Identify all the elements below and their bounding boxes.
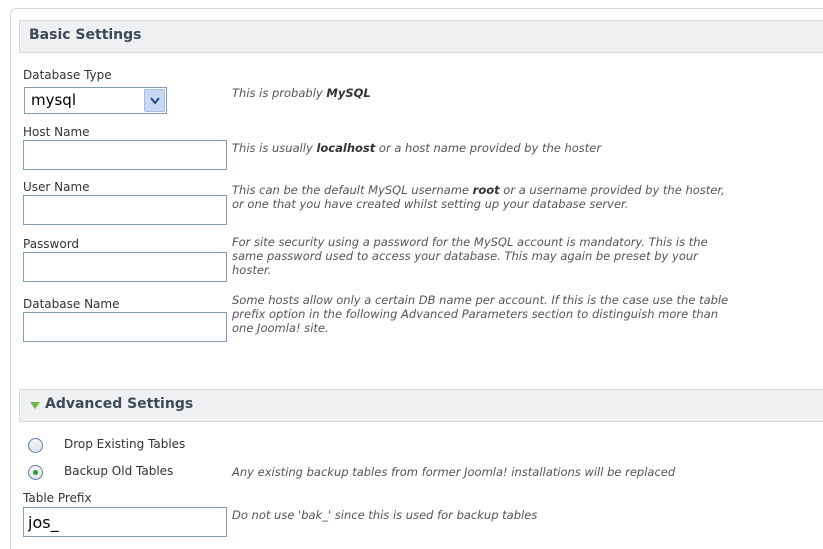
password-help: For site security using a password for t…	[232, 235, 708, 277]
user-name-input[interactable]	[23, 195, 227, 225]
host-name-input[interactable]	[23, 140, 227, 170]
host-name-label: Host Name	[23, 125, 90, 139]
drop-tables-radio[interactable]	[28, 438, 43, 453]
password-label: Password	[23, 237, 80, 251]
database-type-label: Database Type	[23, 68, 112, 82]
database-name-help: Some hosts allow only a certain DB name …	[232, 293, 729, 335]
user-name-label: User Name	[23, 180, 90, 194]
advanced-settings-header[interactable]: Advanced Settings	[19, 389, 823, 422]
database-type-help: This is probably MySQL	[232, 86, 371, 100]
host-name-help: This is usually localhost or a host name…	[232, 141, 602, 155]
radio-selected-dot	[33, 470, 38, 475]
basic-settings-title: Basic Settings	[29, 27, 142, 43]
password-input[interactable]	[23, 252, 227, 282]
database-type-select[interactable]: mysql	[24, 87, 167, 114]
backup-tables-help: Any existing backup tables from former J…	[232, 465, 676, 479]
table-prefix-input[interactable]	[23, 507, 227, 537]
backup-tables-label[interactable]: Backup Old Tables	[64, 464, 173, 478]
basic-settings-header: Basic Settings	[19, 20, 823, 53]
table-prefix-help: Do not use 'bak_' since this is used for…	[232, 508, 538, 522]
backup-tables-radio[interactable]	[28, 465, 43, 480]
advanced-settings-title: Advanced Settings	[45, 396, 194, 412]
chevron-down-icon[interactable]	[144, 89, 165, 112]
user-name-help: This can be the default MySQL username r…	[232, 183, 725, 211]
drop-tables-label[interactable]: Drop Existing Tables	[64, 437, 185, 451]
database-name-label: Database Name	[23, 297, 120, 311]
database-name-input[interactable]	[23, 312, 227, 342]
expand-triangle-icon	[30, 402, 40, 409]
table-prefix-label: Table Prefix	[23, 491, 92, 505]
database-type-value: mysql	[31, 91, 76, 109]
